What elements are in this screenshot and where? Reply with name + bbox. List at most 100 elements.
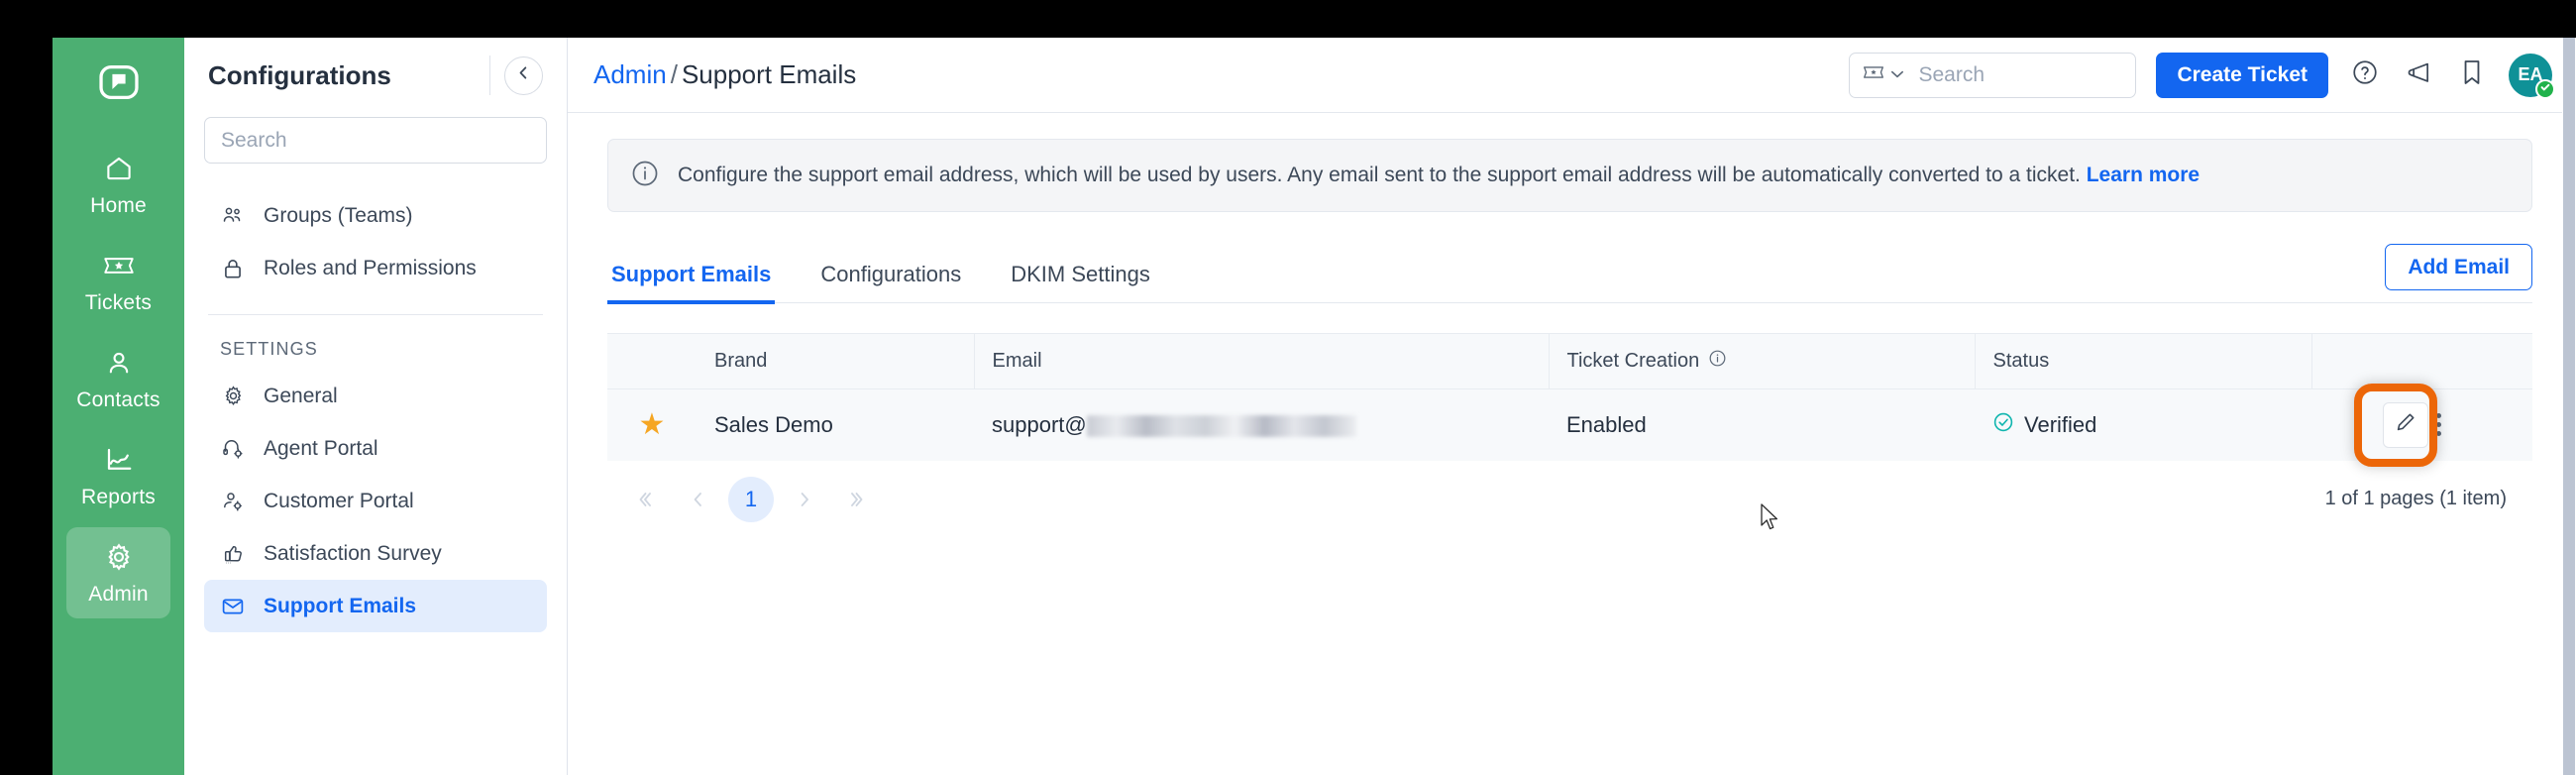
avatar[interactable]: EA [2509,53,2555,99]
check-circle-icon [1992,411,2014,439]
chevron-left-icon [516,65,531,85]
vertical-scrollbar[interactable] [2562,38,2576,775]
pagination-prev-button[interactable] [675,477,720,522]
person-icon [105,346,133,380]
search-type-selector[interactable] [1850,64,1914,85]
pagination-row: 1 1 of 1 pages (1 item) [607,476,2532,522]
global-search[interactable] [1849,52,2208,98]
question-circle-icon [2351,58,2379,91]
bookmarks-button[interactable] [2455,58,2489,92]
pagination-last-button[interactable] [835,477,881,522]
chart-line-icon [104,443,134,477]
announcements-button[interactable] [2402,58,2435,92]
info-banner-text: Configure the support email address, whi… [678,164,2200,187]
cell-brand: Sales Demo [697,388,974,461]
row-actions [2329,401,2515,448]
sidebar-item-general-label: General [264,384,338,407]
tab-dkim-settings[interactable]: DKIM Settings [1007,262,1154,304]
sidebar-item-groups-teams-label: Groups (Teams) [264,203,413,227]
table-body: ★ Sales Demo support@ Enabled Verified [607,384,2532,467]
primary-nav-rail: Home Tickets Contacts Reports Admin [53,38,184,775]
tab-configurations[interactable]: Configurations [816,262,965,304]
kebab-menu-icon [2436,413,2441,419]
configurations-header: Configurations [204,38,547,113]
support-emails-table: Brand Email Ticket Creation Status ★ Sal… [607,333,2532,467]
create-ticket-button[interactable]: Create Ticket [2156,52,2328,98]
people-group-icon [220,205,246,227]
configurations-settings-list: General Agent Portal Customer Portal Sat… [204,370,547,632]
chevron-down-icon [1890,66,1904,84]
envelope-icon [220,596,246,617]
sidebar-item-groups-teams[interactable]: Groups (Teams) [204,189,547,242]
star-filled-icon[interactable]: ★ [639,408,666,441]
add-email-button[interactable]: Add Email [2385,244,2532,290]
sidebar-item-satisfaction-survey-label: Satisfaction Survey [264,541,442,565]
pagination-page-1[interactable]: 1 [728,476,774,522]
sidebar-item-roles-permissions[interactable]: Roles and Permissions [204,242,547,294]
email-prefix: support@ [992,411,1087,437]
pagination-next-button[interactable] [782,477,827,522]
nav-item-reports[interactable]: Reports [66,430,170,521]
nav-item-home-label: Home [90,193,147,217]
column-actions [2311,333,2532,389]
sidebar-item-roles-permissions-label: Roles and Permissions [264,256,477,279]
home-icon [104,152,134,185]
pagination-first-button[interactable] [621,477,667,522]
tab-support-emails[interactable]: Support Emails [607,262,776,304]
bookmark-icon [2460,58,2484,91]
pencil-icon [2395,411,2416,439]
ticket-icon [1863,64,1884,85]
info-banner: Configure the support email address, whi… [607,139,2532,212]
sidebar-item-customer-portal-label: Customer Portal [264,489,414,512]
table-header-row: Brand Email Ticket Creation Status [607,333,2532,389]
column-brand: Brand [697,333,975,389]
help-button[interactable] [2348,58,2382,92]
status-badge: Verified [1992,411,2294,439]
pagination: 1 [607,476,881,522]
collapse-panel-button[interactable] [504,55,543,95]
breadcrumb: Admin / Support Emails [593,59,856,90]
app-logo[interactable] [88,52,150,113]
app-window: Home Tickets Contacts Reports Admin Conf… [53,38,2576,775]
cell-favorite[interactable]: ★ [607,388,697,461]
person-gear-icon [220,490,246,513]
row-more-menu-button[interactable] [2436,413,2441,437]
email-redacted-block [1086,414,1356,437]
sidebar-item-customer-portal[interactable]: Customer Portal [204,475,547,527]
nav-item-contacts-label: Contacts [76,388,161,411]
nav-item-tickets[interactable]: Tickets [66,236,170,327]
pagination-info: 1 of 1 pages (1 item) [2324,488,2507,509]
breadcrumb-current: Support Emails [681,59,857,89]
main-content: Admin / Support Emails Search Create Tic… [568,38,2576,775]
avatar-status-badge [2535,78,2555,99]
nav-item-admin[interactable]: Admin [66,527,170,618]
cell-email: support@ [974,388,1549,461]
nav-item-contacts[interactable]: Contacts [66,333,170,424]
info-banner-message: Configure the support email address, whi… [678,164,2081,186]
kebab-menu-icon [2436,431,2441,437]
configurations-header-actions [489,55,543,95]
learn-more-link[interactable]: Learn more [2087,164,2200,186]
table-row[interactable]: ★ Sales Demo support@ Enabled Verified [607,384,2532,467]
info-circle-icon[interactable] [1708,349,1727,374]
breadcrumb-separator: / [670,59,678,89]
edit-button[interactable] [2383,401,2428,448]
sidebar-item-support-emails[interactable]: Support Emails [204,580,547,632]
configurations-search-input[interactable] [204,117,547,164]
top-bar-actions: Create Ticket [1849,52,2555,99]
configurations-top-list: Groups (Teams) Roles and Permissions [204,189,547,294]
scrollbar-thumb[interactable] [2563,38,2575,775]
nav-item-home[interactable]: Home [66,139,170,230]
cell-actions [2311,384,2532,467]
thumbs-up-icon [220,542,246,566]
kebab-menu-icon [2436,422,2441,428]
search-input[interactable] [1914,62,2192,87]
sidebar-item-general[interactable]: General [204,370,547,422]
cell-ticket-creation: Enabled [1549,388,1975,461]
column-ticket-creation: Ticket Creation [1549,333,1976,389]
breadcrumb-admin-link[interactable]: Admin [593,59,667,89]
sidebar-item-satisfaction-survey[interactable]: Satisfaction Survey [204,527,547,580]
table-header: Brand Email Ticket Creation Status [607,333,2532,389]
sidebar-item-agent-portal[interactable]: Agent Portal [204,422,547,475]
configurations-panel: Configurations Search Groups (Teams) Rol… [184,38,568,775]
